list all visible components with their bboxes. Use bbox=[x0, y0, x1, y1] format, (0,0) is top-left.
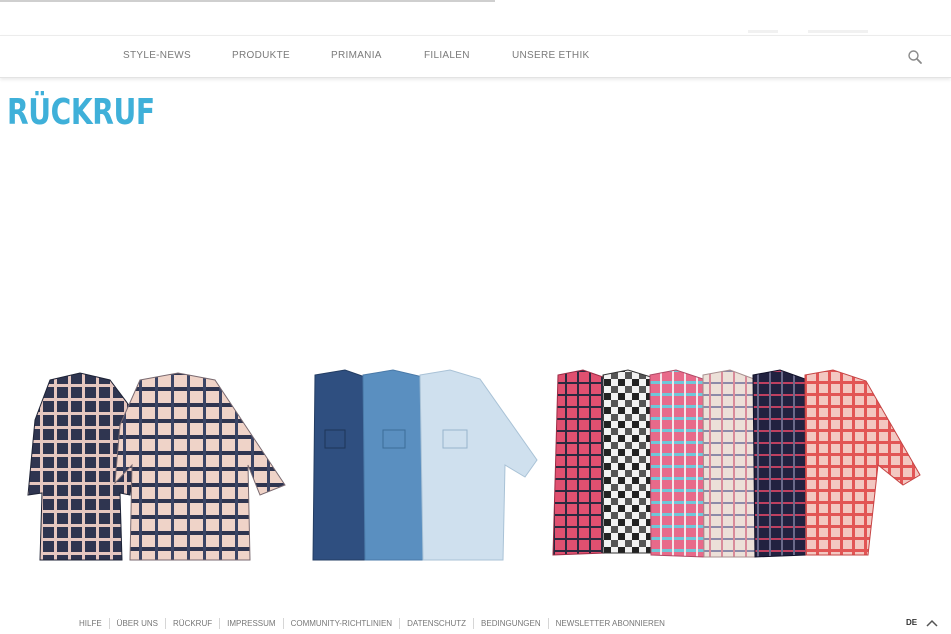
footer-link-ueber-uns[interactable]: ÜBER UNS bbox=[108, 618, 165, 629]
checked-shirts-row bbox=[552, 369, 921, 558]
nav-item-style-news[interactable]: STYLE-NEWS bbox=[123, 50, 191, 61]
denim-shirts bbox=[312, 369, 538, 561]
footer-link-community-richtlinien[interactable]: COMMUNITY-RICHTLINIEN bbox=[282, 618, 399, 629]
footer-link-hilfe[interactable]: HILFE bbox=[72, 618, 109, 629]
page-title: RÜCKRUF bbox=[7, 92, 155, 133]
language-selector[interactable]: DE bbox=[906, 618, 917, 627]
footer-link-newsletter[interactable]: NEWSLETTER ABONNIEREN bbox=[547, 618, 672, 629]
nav-item-filialen[interactable]: FILIALEN bbox=[424, 50, 470, 61]
main-navigation: STYLE-NEWS PRODUKTE PRIMANIA FILIALEN UN… bbox=[0, 35, 951, 78]
footer: HILFE ÜBER UNS RÜCKRUF IMPRESSUM COMMUNI… bbox=[0, 612, 951, 634]
nav-item-unsere-ethik[interactable]: UNSERE ETHIK bbox=[512, 50, 590, 61]
footer-link-rueckruf[interactable]: RÜCKRUF bbox=[165, 618, 219, 629]
search-icon bbox=[908, 50, 922, 64]
nav-item-produkte[interactable]: PRODUKTE bbox=[232, 50, 290, 61]
checked-shirts-pair bbox=[27, 372, 286, 561]
footer-link-bedingungen[interactable]: BEDINGUNGEN bbox=[473, 618, 548, 629]
chevron-up-icon bbox=[926, 619, 938, 627]
search-button[interactable] bbox=[906, 48, 924, 66]
nav-item-primania[interactable]: PRIMANIA bbox=[331, 50, 382, 61]
top-tab-placeholder bbox=[808, 30, 868, 33]
top-tab-placeholder bbox=[748, 30, 778, 33]
top-divider bbox=[0, 0, 495, 2]
recalled-products-image bbox=[0, 365, 951, 565]
footer-link-datenschutz[interactable]: DATENSCHUTZ bbox=[399, 618, 473, 629]
scroll-to-top-button[interactable] bbox=[925, 616, 939, 628]
footer-links: HILFE ÜBER UNS RÜCKRUF IMPRESSUM COMMUNI… bbox=[72, 618, 672, 629]
top-bar bbox=[0, 0, 951, 34]
footer-link-impressum[interactable]: IMPRESSUM bbox=[219, 618, 282, 629]
